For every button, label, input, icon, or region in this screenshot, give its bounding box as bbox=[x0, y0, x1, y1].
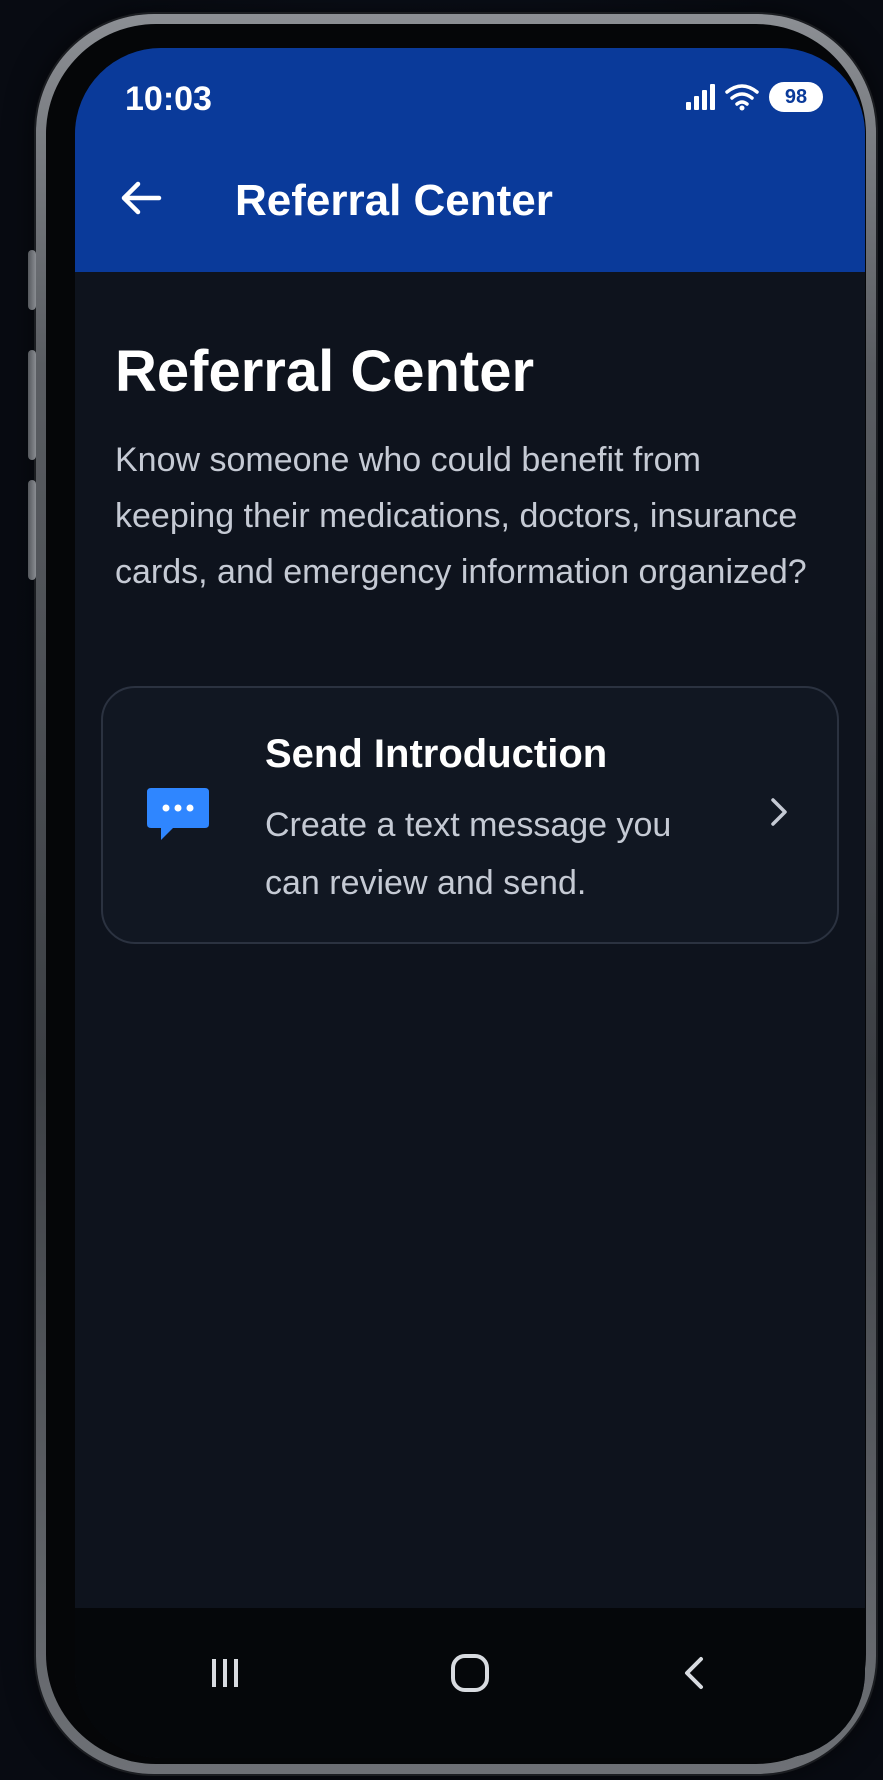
status-icons: 98 bbox=[686, 82, 823, 112]
system-nav-bar bbox=[75, 1608, 865, 1758]
volume-up-button bbox=[28, 250, 36, 310]
home-icon bbox=[451, 1654, 489, 1692]
phone-screen: 10:03 98 Referral Center Referral Center… bbox=[75, 48, 865, 1758]
home-button[interactable] bbox=[430, 1638, 510, 1708]
chat-bubble-icon bbox=[143, 780, 213, 850]
page-title: Referral Center bbox=[115, 339, 535, 404]
page-description: Know someone who could benefit from keep… bbox=[115, 441, 807, 591]
device-stage: 10:03 98 Referral Center Referral Center… bbox=[0, 0, 883, 1780]
back-button[interactable] bbox=[111, 168, 171, 228]
system-back-button[interactable] bbox=[655, 1638, 735, 1708]
wifi-icon bbox=[725, 84, 759, 111]
card-description: Create a text message you can review and… bbox=[265, 806, 672, 902]
recent-apps-icon bbox=[212, 1659, 238, 1687]
battery-indicator: 98 bbox=[769, 82, 823, 112]
arrow-left-icon bbox=[121, 181, 162, 215]
power-button bbox=[28, 480, 36, 580]
card-title: Send Introduction bbox=[265, 732, 608, 776]
status-time: 10:03 bbox=[125, 80, 212, 118]
app-bar: 10:03 98 Referral Center bbox=[75, 48, 865, 272]
back-icon bbox=[685, 1657, 703, 1689]
chevron-right-icon bbox=[759, 792, 799, 832]
app-bar-title: Referral Center bbox=[235, 176, 553, 225]
volume-down-button bbox=[28, 350, 36, 460]
recent-apps-button[interactable] bbox=[185, 1638, 265, 1708]
send-introduction-card[interactable]: Send Introduction Create a text message … bbox=[101, 686, 839, 944]
signal-icon bbox=[686, 84, 715, 110]
